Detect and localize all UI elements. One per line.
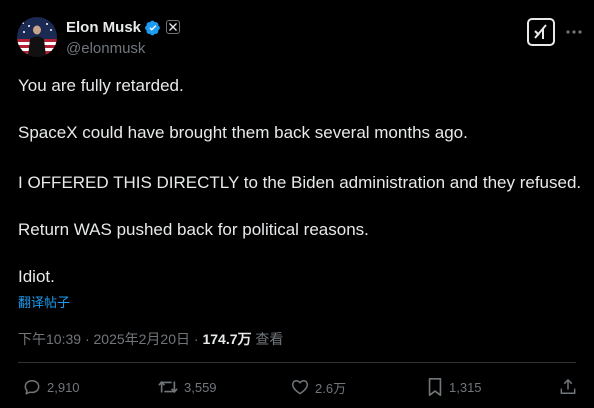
repost-button[interactable]: 3,559: [157, 376, 217, 398]
author-display-name[interactable]: Elon Musk: [66, 19, 141, 36]
tweet-text-line: Return WAS pushed back for political rea…: [18, 220, 369, 239]
tweet-time[interactable]: 下午10:39: [18, 331, 81, 347]
tweet-text-line: SpaceX could have brought them back seve…: [18, 123, 468, 142]
share-icon: [560, 379, 576, 394]
grok-icon: [534, 24, 547, 39]
tweet-date[interactable]: 2025年2月20日: [94, 331, 191, 347]
tweet-meta: 下午10:39 · 2025年2月20日 · 174.7万 查看: [18, 329, 283, 349]
repost-arrows-icon: [158, 381, 178, 393]
x-logo-icon[interactable]: [166, 20, 180, 34]
bookmark-count: 1,315: [449, 379, 482, 395]
more-dots-icon: [566, 30, 582, 34]
bookmark-button[interactable]: 1,315: [426, 376, 482, 398]
share-button[interactable]: [558, 376, 578, 398]
bookmark-icon: [428, 378, 442, 396]
translate-post-link[interactable]: 翻译帖子: [18, 292, 70, 311]
tweet-text-line: You are fully retarded.: [18, 76, 184, 95]
reply-button[interactable]: 2,910: [22, 376, 80, 398]
tweet-text-line: I OFFERED THIS DIRECTLY to the Biden adm…: [18, 173, 582, 192]
avatar[interactable]: [17, 17, 57, 57]
meta-separator: ·: [193, 331, 199, 347]
verified-badge-icon: [145, 20, 160, 36]
reply-bubble-icon: [24, 380, 40, 395]
reply-count: 2,910: [47, 379, 80, 395]
repost-count: 3,559: [184, 379, 217, 395]
grok-button[interactable]: [527, 18, 555, 46]
heart-icon: [291, 380, 309, 395]
tweet-text-line: Idiot.: [18, 267, 55, 286]
more-options-button[interactable]: [565, 22, 583, 42]
like-count: 2.6万: [315, 380, 347, 396]
meta-separator: ·: [84, 331, 90, 347]
author-handle[interactable]: @elonmusk: [66, 40, 145, 57]
divider: [18, 362, 576, 363]
avatar-image: [17, 17, 57, 57]
views-label: 查看: [255, 331, 284, 347]
like-button[interactable]: 2.6万: [290, 376, 346, 398]
views-count: 174.7万: [202, 331, 252, 347]
